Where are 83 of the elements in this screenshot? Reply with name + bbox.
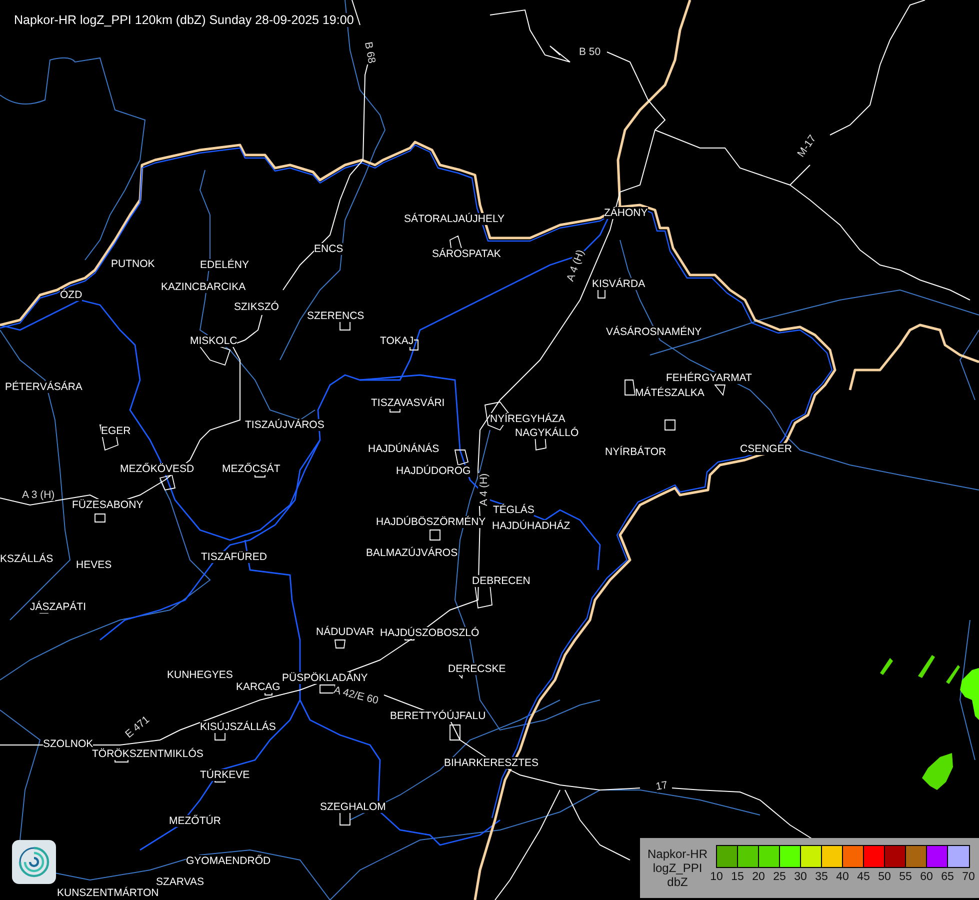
- city-label: KAZINCBARCIKA: [161, 281, 246, 293]
- city-label: PÉTERVÁSÁRA: [5, 381, 82, 393]
- road-label: A 4 (H): [564, 248, 587, 284]
- city-label: TISZAÚJVÁROS: [245, 419, 324, 431]
- city-label: GYOMAENDRŐD: [186, 855, 271, 867]
- scale-label: 55: [898, 871, 913, 883]
- city-label: MEZŐCSÁT: [222, 463, 280, 475]
- city-label: SZIKSZÓ: [234, 301, 279, 313]
- city-label: BALMAZÚJVÁROS: [366, 547, 458, 559]
- city-label: HAJDÚBÖSZÖRMÉNY: [376, 516, 486, 528]
- radar-echo: [922, 753, 953, 790]
- city-label: VÁSÁROSNAMÉNY: [606, 326, 702, 338]
- city-label: JÁSZAPÁTI: [30, 601, 86, 613]
- city-label: NYÍREGYHÁZA: [490, 413, 566, 425]
- city-label: PUTNOK: [111, 258, 155, 270]
- city-label: EGER: [101, 425, 131, 437]
- city-label: DEBRECEN: [472, 575, 530, 587]
- city-label: SZARVAS: [156, 876, 204, 888]
- scale-label: 45: [856, 871, 871, 883]
- city-label: BERETTYÓÚJFALU: [390, 710, 486, 722]
- city-label: SÁTORALJAÚJHELY: [404, 213, 505, 225]
- legend-title: dbZ: [667, 875, 688, 889]
- city-label: DERECSKE: [448, 663, 506, 675]
- city-label: SZEGHALOM: [320, 801, 386, 813]
- city-label: FEHÉRGYARMAT: [666, 372, 752, 384]
- scale-label: 30: [793, 871, 808, 883]
- city-label: EDELÉNY: [200, 259, 250, 271]
- city-label: MISKOLC: [190, 335, 238, 347]
- city-label: HEVES: [76, 559, 112, 571]
- city-label: MEZŐKÖVESD: [120, 463, 194, 475]
- scale-label: 10: [709, 871, 724, 883]
- city-label: TÉGLÁS: [493, 504, 534, 516]
- city-label: HAJDÚDOROG: [396, 465, 471, 477]
- road-label: A 3 (H): [22, 489, 55, 501]
- city-label: TÚRKEVE: [200, 769, 250, 781]
- city-label: KISVÁRDA: [592, 278, 646, 290]
- city-label: MEZŐTÚR: [169, 815, 221, 827]
- road-label: E 471: [123, 714, 152, 741]
- city-label: MÁTÉSZALKA: [635, 387, 704, 399]
- city-label: ZÁHONY: [604, 207, 648, 219]
- city-label: SZERENCS: [307, 310, 364, 322]
- road-label: A 4 (H): [478, 473, 490, 506]
- city-label: KUNSZENTMÁRTON: [57, 887, 159, 899]
- scale-label: 70: [961, 871, 976, 883]
- city-label: NAGYKÁLLÓ: [515, 427, 579, 439]
- city-label: TÖRÖKSZENTMIKLÓS: [92, 748, 204, 760]
- map-title: Napkor-HR logZ_PPI 120km (dbZ) Sunday 28-09-2025 19:00: [14, 13, 354, 27]
- radar-echo: [918, 655, 935, 678]
- city-label: CSENGER: [740, 443, 792, 455]
- scale-label: 35: [814, 871, 829, 883]
- road-label: B 50: [579, 46, 601, 58]
- city-label: TOKAJ: [380, 335, 414, 347]
- city-label: SÁROSPATAK: [432, 248, 501, 260]
- city-label: ÓZD: [60, 289, 82, 301]
- scale-label: 65: [940, 871, 955, 883]
- city-label: KARCAG: [236, 681, 280, 693]
- city-label: BIHARKERESZTES: [444, 757, 539, 769]
- city-label: FÜZESABONY: [72, 499, 144, 511]
- scale-label: 20: [751, 871, 766, 883]
- city-label: KISÚJSZÁLLÁS: [200, 721, 276, 733]
- swirl-logo-icon: [12, 840, 56, 884]
- scale-label: 40: [835, 871, 850, 883]
- city-label: PÜSPÖKLADÁNY: [282, 672, 368, 684]
- city-label: TISZAVASVÁRI: [371, 397, 445, 409]
- city-label: HAJDÚNÁNÁS: [368, 443, 440, 455]
- city-label: KUNHEGYES: [167, 669, 233, 681]
- city-label: KSZÁLLÁS: [0, 553, 54, 565]
- legend-title: logZ_PPI: [652, 861, 702, 875]
- scale-label: 15: [730, 871, 745, 883]
- legend-title: Napkor-HR: [647, 847, 708, 861]
- city-label: ENCS: [314, 243, 344, 255]
- city-label: SZOLNOK: [43, 738, 94, 750]
- road-label: B 68: [362, 40, 378, 64]
- scale-label: 50: [877, 871, 892, 883]
- road-label: 17: [654, 779, 669, 793]
- city-label: NÁDUDVAR: [316, 626, 374, 638]
- city-label: HAJDÚHADHÁZ: [492, 520, 570, 532]
- scale-label: 25: [772, 871, 787, 883]
- scale-label: 60: [919, 871, 934, 883]
- radar-echo: [880, 658, 893, 675]
- city-label: NYÍRBÁTOR: [605, 446, 666, 458]
- city-label: TISZAFÜRED: [201, 551, 267, 563]
- city-label: HAJDÚSZOBOSZLÓ: [380, 627, 480, 639]
